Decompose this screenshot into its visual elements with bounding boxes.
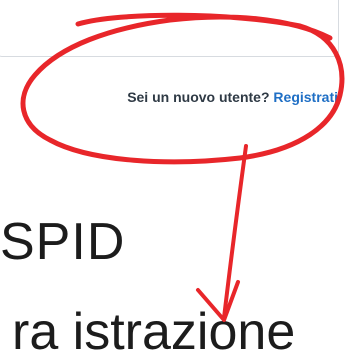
register-link[interactable]: Registrati [273,89,338,105]
signup-row: Sei un nuovo utente? Registrati [127,89,338,105]
spid-heading: SPID [0,213,126,271]
annotation-arrow-shaft [222,144,248,320]
login-form-card-bottom [0,0,339,57]
signup-prompt: Sei un nuovo utente? [127,89,270,105]
cut-off-text: ra istrazione [12,303,296,361]
